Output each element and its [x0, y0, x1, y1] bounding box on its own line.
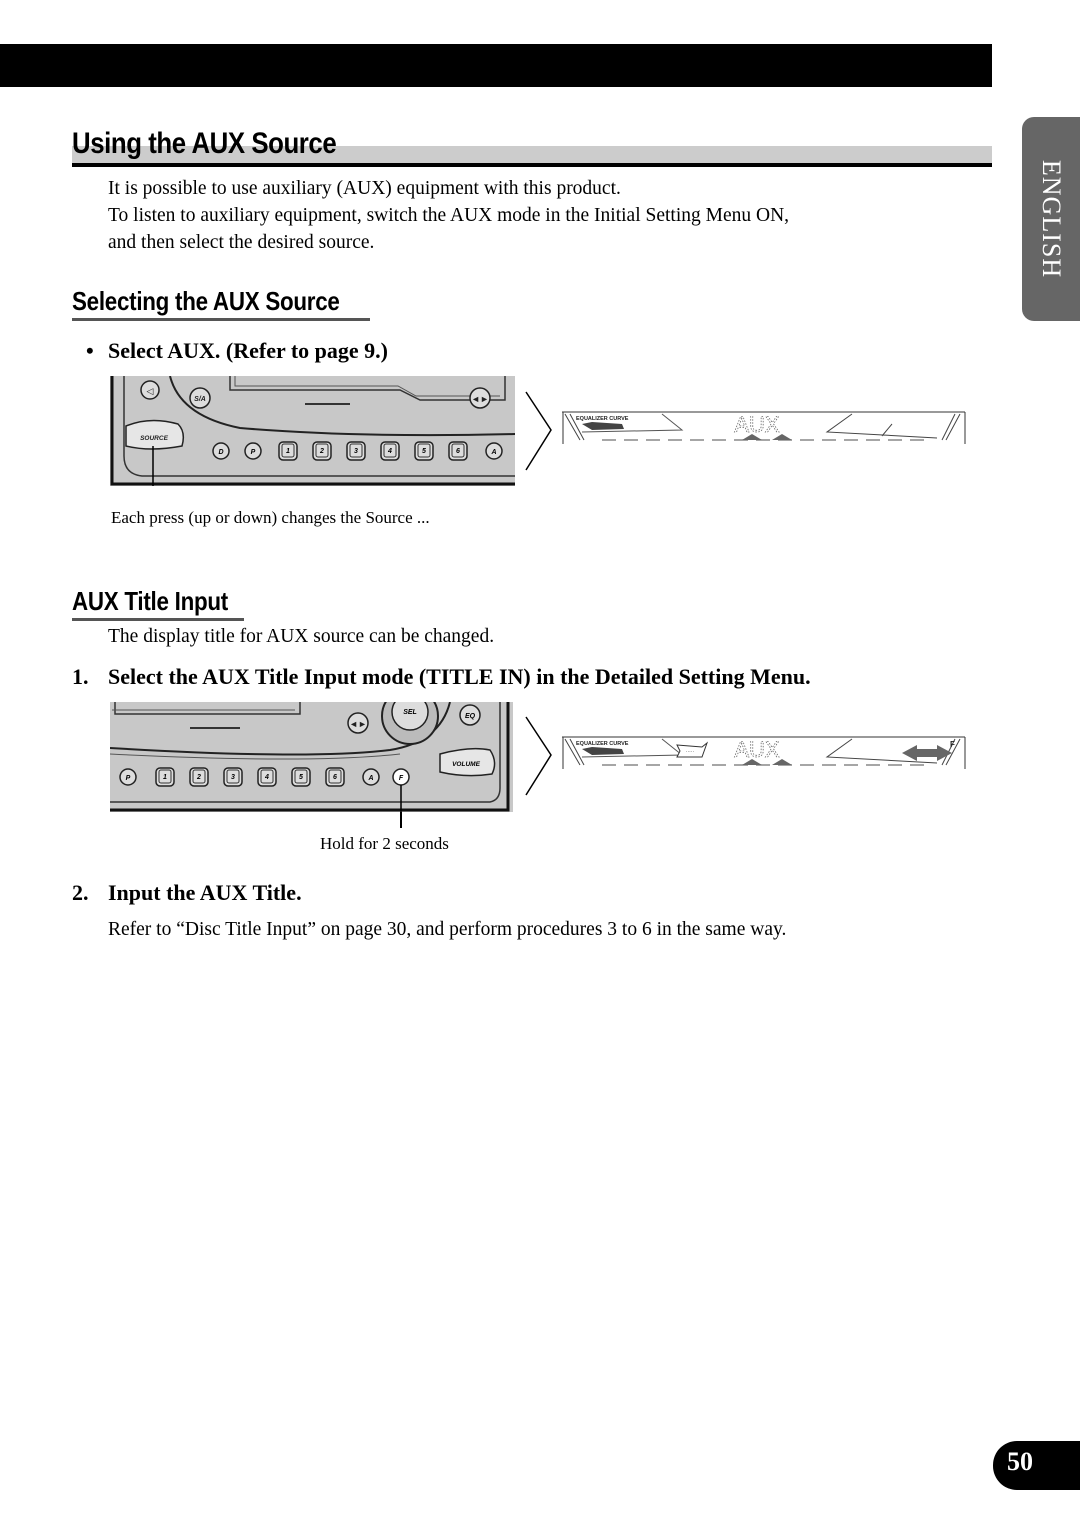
step-1-number: 1. — [72, 664, 89, 689]
f-button[interactable]: F — [392, 768, 410, 786]
preset-button-1[interactable]: 1 — [155, 767, 175, 787]
svg-text:A: A — [367, 775, 373, 782]
caption-source-press: Each press (up or down) changes the Sour… — [111, 508, 430, 527]
step-1-text: Select the AUX Title Input mode (TITLE I… — [108, 664, 811, 689]
preset-label: 2 — [196, 774, 201, 781]
preset-button-2[interactable]: 2 — [312, 441, 332, 461]
subsection-title-selecting: Selecting the AUX Source — [72, 286, 340, 316]
preset-label: 3 — [354, 448, 358, 455]
a-button[interactable]: A — [362, 768, 380, 786]
preset-label: 5 — [299, 774, 303, 781]
mute-button[interactable]: ◁ — [140, 380, 160, 400]
p-button[interactable]: P — [119, 768, 137, 786]
preset-button-1[interactable]: 1 — [278, 441, 298, 461]
arrow-right-icon — [525, 716, 552, 796]
svg-text:AUX: AUX — [734, 737, 780, 762]
display-panel-1: EQUALIZER CURVE AUX — [562, 411, 966, 444]
intro-line-2: To listen to auxiliary equipment, switch… — [108, 205, 790, 226]
preset-label: 1 — [163, 774, 167, 781]
step-select-aux: Select AUX. (Refer to page 9.) — [108, 338, 389, 363]
preset-label: 3 — [231, 774, 235, 781]
display-panel-2: EQUALIZER CURVE ····· AUX F — [562, 736, 966, 769]
preset-button-3[interactable]: 3 — [346, 441, 366, 461]
preset-button-5[interactable]: 5 — [414, 441, 434, 461]
preset-label: 5 — [422, 448, 426, 455]
language-tab: ENGLISH — [1022, 117, 1080, 321]
four-way-arrow-icon — [902, 745, 952, 761]
header-bar — [0, 44, 992, 87]
language-tab-label: ENGLISH — [1037, 159, 1066, 279]
svg-text:P: P — [251, 449, 256, 456]
preset-label: 4 — [387, 448, 392, 455]
step-2-text: Input the AUX Title. — [108, 880, 302, 905]
page-number-badge: 50 — [993, 1441, 1080, 1490]
preset-button-5[interactable]: 5 — [291, 767, 311, 787]
heading-rule — [72, 163, 992, 167]
bullet: • — [86, 338, 94, 363]
subsection-rule — [72, 318, 370, 321]
preset-button-4[interactable]: 4 — [257, 767, 277, 787]
svg-text:D: D — [218, 449, 223, 456]
a-button[interactable]: A — [485, 442, 503, 460]
p-button[interactable]: P — [244, 442, 262, 460]
subsection-title-title-input: AUX Title Input — [72, 586, 228, 616]
svg-text:S/A: S/A — [194, 396, 206, 403]
arrow-right-icon — [525, 391, 552, 471]
svg-text:◄►: ◄► — [349, 719, 367, 729]
svg-text:VOLUME: VOLUME — [452, 761, 480, 768]
step-2-number: 2. — [72, 880, 89, 905]
preset-button-3[interactable]: 3 — [223, 767, 243, 787]
section-heading: Using the AUX Source — [72, 125, 992, 167]
preset-label: 6 — [456, 448, 460, 455]
svg-text:EQ: EQ — [465, 713, 476, 720]
title-input-description: The display title for AUX source can be … — [108, 626, 495, 647]
svg-text:SEL: SEL — [403, 709, 417, 716]
eq-button[interactable]: EQ — [459, 704, 481, 726]
intro-line-1: It is possible to use auxiliary (AUX) eq… — [108, 178, 621, 199]
preset-label: 4 — [264, 774, 269, 781]
preset-button-6[interactable]: 6 — [325, 767, 345, 787]
preset-label: 1 — [286, 448, 290, 455]
preset-label: 6 — [333, 774, 337, 781]
preset-button-4[interactable]: 4 — [380, 441, 400, 461]
sa-button[interactable]: S/A — [189, 387, 211, 409]
svg-text:·····: ····· — [686, 749, 695, 755]
intro-line-3: and then select the desired source. — [108, 232, 375, 253]
svg-text:◄►: ◄► — [471, 394, 489, 404]
page-number: 50 — [1007, 1447, 1033, 1476]
section-title: Using the AUX Source — [72, 127, 337, 160]
preset-button-6[interactable]: 6 — [448, 441, 468, 461]
head-unit-figure-1: ◁ S/A ◄► SOURCE D P 1 2 3 4 5 6 A — [110, 376, 515, 486]
preset-button-2[interactable]: 2 — [189, 767, 209, 787]
source-button[interactable]: SOURCE — [125, 419, 185, 450]
callout-line — [400, 812, 402, 828]
svg-text:A: A — [490, 449, 496, 456]
seek-button[interactable]: ◄► — [469, 387, 491, 409]
head-unit-figure-2: ◄► SEL EQ VOLUME P 1 2 3 4 5 6 A F — [110, 702, 513, 812]
step-2-description: Refer to “Disc Title Input” on page 30, … — [108, 919, 787, 940]
svg-text:◁: ◁ — [147, 386, 154, 396]
subsection-rule — [72, 618, 244, 621]
seek-button[interactable]: ◄► — [347, 712, 369, 734]
caption-hold: Hold for 2 seconds — [320, 834, 449, 853]
svg-text:F: F — [399, 775, 404, 782]
preset-label: 2 — [319, 448, 324, 455]
d-button[interactable]: D — [212, 442, 230, 460]
svg-text:AUX: AUX — [734, 412, 780, 437]
svg-text:EQUALIZER CURVE: EQUALIZER CURVE — [576, 741, 629, 747]
volume-button[interactable]: VOLUME — [439, 747, 496, 777]
svg-text:SOURCE: SOURCE — [140, 435, 168, 442]
svg-text:P: P — [126, 775, 131, 782]
svg-text:F: F — [950, 740, 955, 749]
svg-text:EQUALIZER CURVE: EQUALIZER CURVE — [576, 416, 629, 422]
